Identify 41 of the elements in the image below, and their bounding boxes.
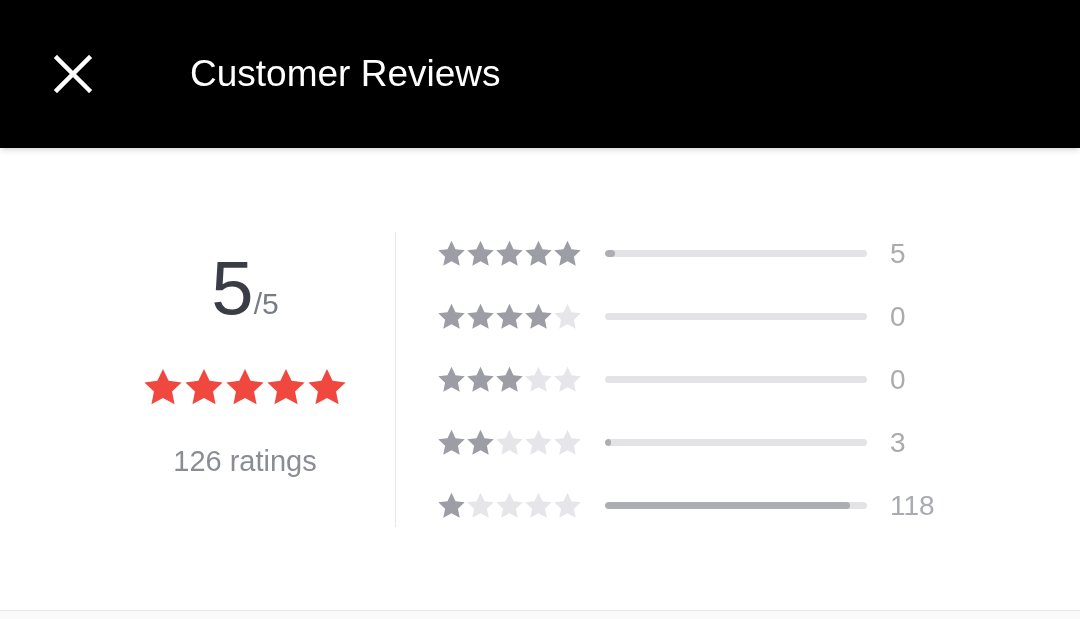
star-icon — [496, 303, 523, 330]
star-icon — [496, 240, 523, 267]
star-icon — [438, 492, 465, 519]
star-icon — [308, 368, 346, 406]
rating-count: 3 — [890, 425, 906, 460]
ratings-count: 126 ratings — [173, 444, 317, 479]
star-icon — [554, 240, 581, 267]
star-icon — [525, 366, 552, 393]
star-icon — [438, 240, 465, 267]
star-icon — [226, 368, 264, 406]
close-icon — [54, 55, 92, 93]
star-icon — [554, 303, 581, 330]
rating-count: 118 — [890, 488, 935, 523]
rating-count: 0 — [890, 299, 906, 334]
star-icon — [467, 429, 494, 456]
star-icon — [525, 492, 552, 519]
star-icon — [438, 303, 465, 330]
close-button[interactable] — [52, 53, 94, 95]
star-icon — [438, 429, 465, 456]
star-icon — [496, 492, 523, 519]
star-icon — [525, 240, 552, 267]
star-icon — [554, 429, 581, 456]
star-icon — [267, 368, 305, 406]
star-icon — [467, 366, 494, 393]
rating-count: 0 — [890, 362, 906, 397]
star-icon — [467, 240, 494, 267]
star-icon — [438, 366, 465, 393]
star-icon — [525, 429, 552, 456]
star-icon — [554, 366, 581, 393]
star-icon — [554, 492, 581, 519]
score-scale: /5 — [253, 286, 279, 322]
page-title: Customer Reviews — [190, 52, 501, 97]
star-icon — [525, 303, 552, 330]
star-icon — [496, 429, 523, 456]
star-icon — [467, 492, 494, 519]
star-icon — [496, 366, 523, 393]
star-icon — [185, 368, 223, 406]
star-icon — [467, 303, 494, 330]
average-score: 5 — [211, 250, 254, 326]
rating-count: 5 — [890, 236, 906, 271]
star-icon — [144, 368, 182, 406]
